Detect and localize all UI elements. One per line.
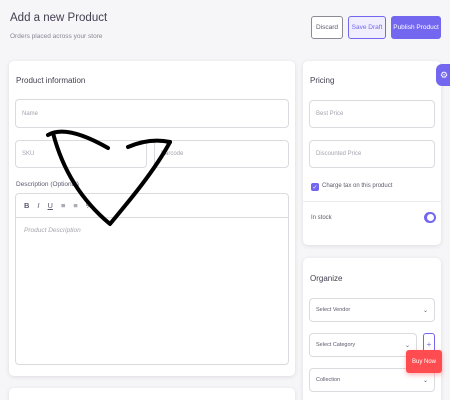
theme-settings-button[interactable]: ⚙: [436, 64, 450, 86]
gear-icon: ⚙: [439, 69, 449, 80]
description-editor[interactable]: B I U ≡ ≡ % Product Description: [15, 193, 289, 365]
pricing-divider: [303, 201, 441, 202]
editor-toolbar: B I U ≡ ≡ %: [16, 194, 288, 218]
vendor-select-value: Select Vendor: [316, 307, 351, 313]
category-select[interactable]: Select Category ⌄: [309, 333, 417, 357]
variants-card: [9, 388, 295, 400]
page-title: Add a new Product: [10, 12, 108, 24]
pricing-title: Pricing: [310, 76, 335, 85]
description-label: Description (Optional): [16, 181, 79, 188]
product-name-input[interactable]: Name: [15, 99, 289, 128]
charge-tax-label: Charge tax on this product: [322, 183, 393, 189]
barcode-input[interactable]: Barcode: [154, 140, 289, 168]
pricing-card: Pricing Best Price Discounted Price ✓ Ch…: [303, 61, 441, 245]
bold-button[interactable]: B: [24, 201, 29, 210]
organize-card: Organize Select Vendor ⌄ Select Category…: [303, 258, 441, 400]
description-placeholder: Product Description: [24, 227, 81, 234]
product-information-card: Product information Name SKU Barcode Des…: [9, 61, 295, 376]
charge-tax-checkbox[interactable]: ✓: [311, 183, 319, 191]
discard-button[interactable]: Discard: [311, 16, 343, 39]
discounted-price-input[interactable]: Discounted Price: [309, 140, 435, 168]
in-stock-toggle[interactable]: [424, 212, 436, 223]
chevron-down-icon: ⌄: [404, 342, 410, 349]
page-header: Add a new Product Orders placed across y…: [10, 12, 107, 40]
chevron-down-icon: ⌄: [422, 377, 428, 384]
base-price-input[interactable]: Best Price: [309, 100, 435, 128]
vendor-select[interactable]: Select Vendor ⌄: [309, 298, 435, 322]
sku-input[interactable]: SKU: [15, 140, 147, 168]
ordered-list-icon[interactable]: ≡: [61, 201, 65, 210]
publish-product-button[interactable]: Publish Product: [391, 16, 441, 39]
organize-title: Organize: [310, 274, 343, 283]
page-subtitle: Orders placed across your store: [10, 33, 103, 40]
buy-now-button[interactable]: Buy Now: [406, 350, 442, 373]
save-draft-button[interactable]: Save Draft: [348, 16, 386, 39]
chevron-down-icon: ⌄: [422, 307, 428, 314]
category-select-value: Select Category: [316, 342, 356, 348]
collection-select-value: Collection: [316, 377, 341, 383]
product-information-title: Product information: [16, 76, 86, 85]
link-icon[interactable]: %: [86, 201, 93, 210]
in-stock-label: In stock: [311, 215, 332, 221]
bullet-list-icon[interactable]: ≡: [73, 201, 77, 210]
underline-button[interactable]: U: [48, 201, 53, 210]
italic-button[interactable]: I: [37, 201, 39, 210]
